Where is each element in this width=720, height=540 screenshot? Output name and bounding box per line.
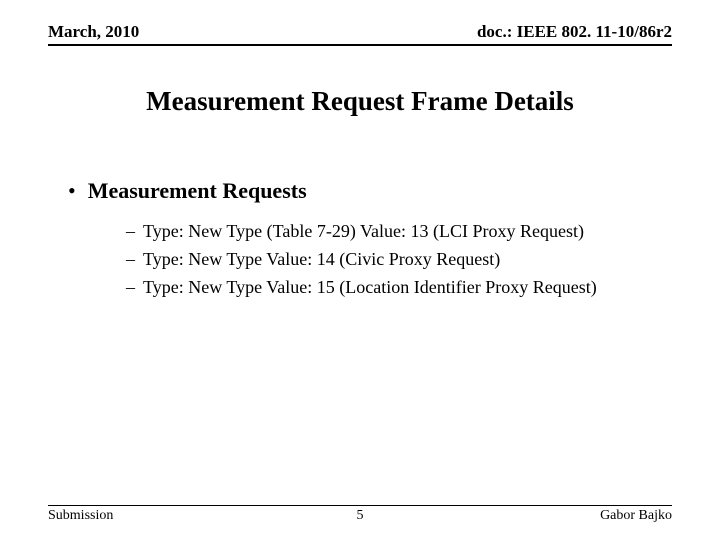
header-row: March, 2010 doc.: IEEE 802. 11-10/86r2 [48, 22, 672, 46]
footer-left: Submission [48, 508, 113, 524]
sub-marker: – [126, 247, 135, 271]
bullet-marker: • [68, 177, 76, 205]
sub-text: Type: New Type Value: 14 (Civic Proxy Re… [143, 247, 500, 271]
sub-item: – Type: New Type (Table 7-29) Value: 13 … [126, 219, 672, 243]
header-date: March, 2010 [48, 22, 139, 42]
footer-right: Gabor Bajko [600, 508, 672, 524]
sub-item: – Type: New Type Value: 14 (Civic Proxy … [126, 247, 672, 271]
sub-marker: – [126, 219, 135, 243]
sub-text: Type: New Type (Table 7-29) Value: 13 (L… [143, 219, 584, 243]
sub-item: – Type: New Type Value: 15 (Location Ide… [126, 275, 672, 299]
bullet-label: Measurement Requests [88, 177, 307, 205]
slide-title: Measurement Request Frame Details [48, 86, 672, 117]
footer-row: Submission 5 Gabor Bajko [48, 508, 672, 524]
footer-page-number: 5 [357, 508, 364, 524]
slide-page: March, 2010 doc.: IEEE 802. 11-10/86r2 M… [0, 0, 720, 540]
header-docref: doc.: IEEE 802. 11-10/86r2 [477, 22, 672, 42]
sub-list: – Type: New Type (Table 7-29) Value: 13 … [68, 219, 672, 299]
content-area: • Measurement Requests – Type: New Type … [48, 177, 672, 299]
sub-marker: – [126, 275, 135, 299]
sub-text: Type: New Type Value: 15 (Location Ident… [143, 275, 597, 299]
footer: Submission 5 Gabor Bajko [48, 505, 672, 524]
bullet-item: • Measurement Requests [68, 177, 672, 205]
footer-rule [48, 505, 672, 506]
